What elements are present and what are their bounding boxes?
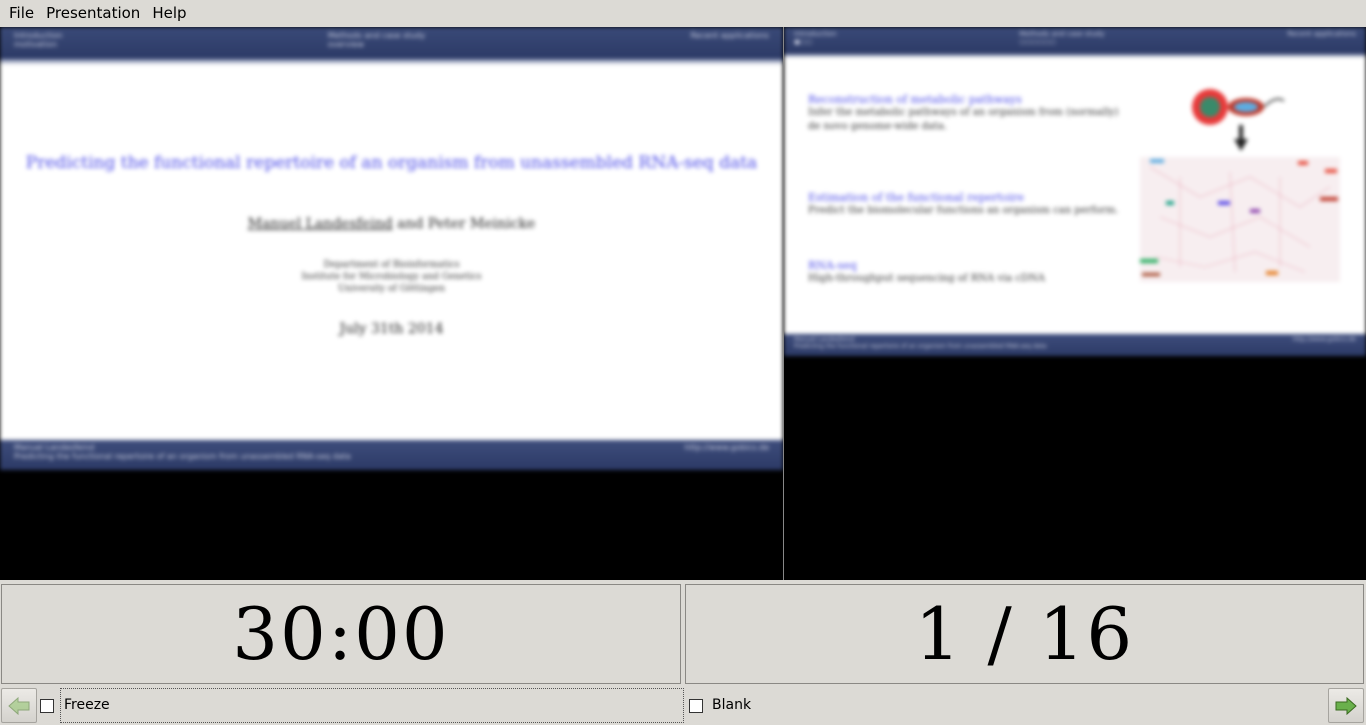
current-slide-view[interactable]: Introduction motivation Methods and case… — [0, 27, 783, 580]
menu-presentation[interactable]: Presentation — [40, 0, 146, 27]
block-heading: Estimation of the functional repertoire — [808, 191, 1024, 204]
organism-icon — [1192, 89, 1285, 151]
block-text: Infer the metabolic pathways of an organ… — [808, 107, 1119, 132]
slide-footer: Manuel Landesfeind http://www.gobics.de … — [0, 440, 783, 470]
header-center: Methods and case study ○○○○○○ — [1019, 30, 1104, 51]
block-text: High-throughput sequencing of RNA via cD… — [808, 273, 1045, 284]
menu-bar: File Presentation Help — [0, 0, 1366, 27]
slide-counter: 1 / 16 — [914, 592, 1135, 676]
header-left-sub: ●○○ — [794, 38, 813, 46]
slide-counter-panel[interactable]: 1 / 16 — [685, 584, 1364, 684]
menu-file[interactable]: File — [3, 0, 40, 27]
slide-authors: Manuel Landesfeind and Peter Meinicke — [0, 216, 783, 232]
freeze-checkbox[interactable] — [40, 699, 54, 713]
blank-checkbox[interactable] — [689, 699, 703, 713]
blank-label[interactable]: Blank — [712, 697, 751, 713]
institution-line: Institute for Microbiology and Genetics — [301, 272, 482, 282]
institution-line: Department of Bioinformatics — [323, 260, 460, 270]
freeze-focus-ring[interactable] — [60, 688, 684, 723]
timer-panel[interactable]: 30:00 — [1, 584, 681, 684]
header-right-title: Recent applications — [690, 31, 769, 40]
header-right-title: Recent applications — [1287, 30, 1356, 38]
header-center-title: Methods and case study — [1019, 30, 1105, 38]
timer-display: 30:00 — [232, 592, 450, 676]
header-center-sub: overview — [327, 40, 365, 49]
slide-header: Introduction ●○○ Methods and case study … — [784, 27, 1366, 54]
footer-right: http://www.gobics.de — [1292, 336, 1356, 343]
slide-title: Predicting the functional repertoire of … — [25, 153, 758, 173]
footer-left: Manuel Landesfeind — [794, 336, 855, 343]
left-arrow-icon — [8, 696, 30, 715]
author-rest: and Peter Meinicke — [397, 216, 536, 232]
control-bar: Freeze Blank — [0, 686, 1366, 725]
menu-help[interactable]: Help — [146, 0, 192, 27]
header-left: Introduction motivation — [14, 31, 62, 55]
footer-left: Manuel Landesfeind — [14, 443, 95, 452]
next-slide-view[interactable]: Introduction ●○○ Methods and case study … — [784, 27, 1366, 580]
slide-header: Introduction motivation Methods and case… — [0, 27, 783, 59]
footer-bottom: Predicting the functional repertoire of … — [14, 452, 351, 461]
header-right: Recent applications — [690, 31, 769, 55]
next-slide-button[interactable] — [1328, 688, 1364, 723]
previous-slide-button[interactable] — [1, 688, 37, 723]
header-left-title: Introduction — [794, 30, 837, 38]
slide-institution: Department of Bioinformatics Institute f… — [0, 259, 783, 295]
institution-line: University of Göttingen — [337, 284, 446, 294]
right-arrow-icon — [1335, 696, 1357, 715]
freeze-label[interactable]: Freeze — [64, 697, 110, 713]
content-block: Reconstruction of metabolic pathways Inf… — [808, 93, 1128, 134]
header-center: Methods and case study overview — [328, 31, 425, 55]
block-heading: RNA-seq — [808, 259, 857, 272]
block-text: Predict the biomolecular functions an or… — [808, 205, 1119, 216]
slide-footer: Manuel Landesfeind http://www.gobics.de … — [784, 334, 1366, 356]
slide-date: July 31th 2014 — [339, 321, 444, 337]
footer-bottom: Predicting the functional repertoire of … — [794, 343, 1047, 350]
header-center-title: Methods and case study — [327, 31, 426, 40]
header-left: Introduction ●○○ — [794, 30, 836, 51]
content-block: RNA-seq High-throughput sequencing of RN… — [808, 259, 1128, 286]
author-main: Manuel Landesfeind — [247, 216, 393, 232]
footer-right: http://www.gobics.de — [684, 443, 769, 452]
header-left-title: Introduction — [14, 31, 63, 40]
header-shadow — [0, 59, 783, 65]
header-shadow — [784, 54, 1366, 58]
header-left-sub: motivation — [14, 40, 58, 49]
current-slide: Introduction motivation Methods and case… — [0, 27, 783, 470]
content-block: Estimation of the functional repertoire … — [808, 191, 1128, 218]
block-heading: Reconstruction of metabolic pathways — [808, 93, 1022, 106]
header-center-sub: ○○○○○○ — [1019, 38, 1056, 46]
metabolic-network-icon — [1140, 157, 1340, 282]
header-right: Recent applications — [1287, 30, 1356, 51]
next-slide: Introduction ●○○ Methods and case study … — [784, 27, 1366, 356]
